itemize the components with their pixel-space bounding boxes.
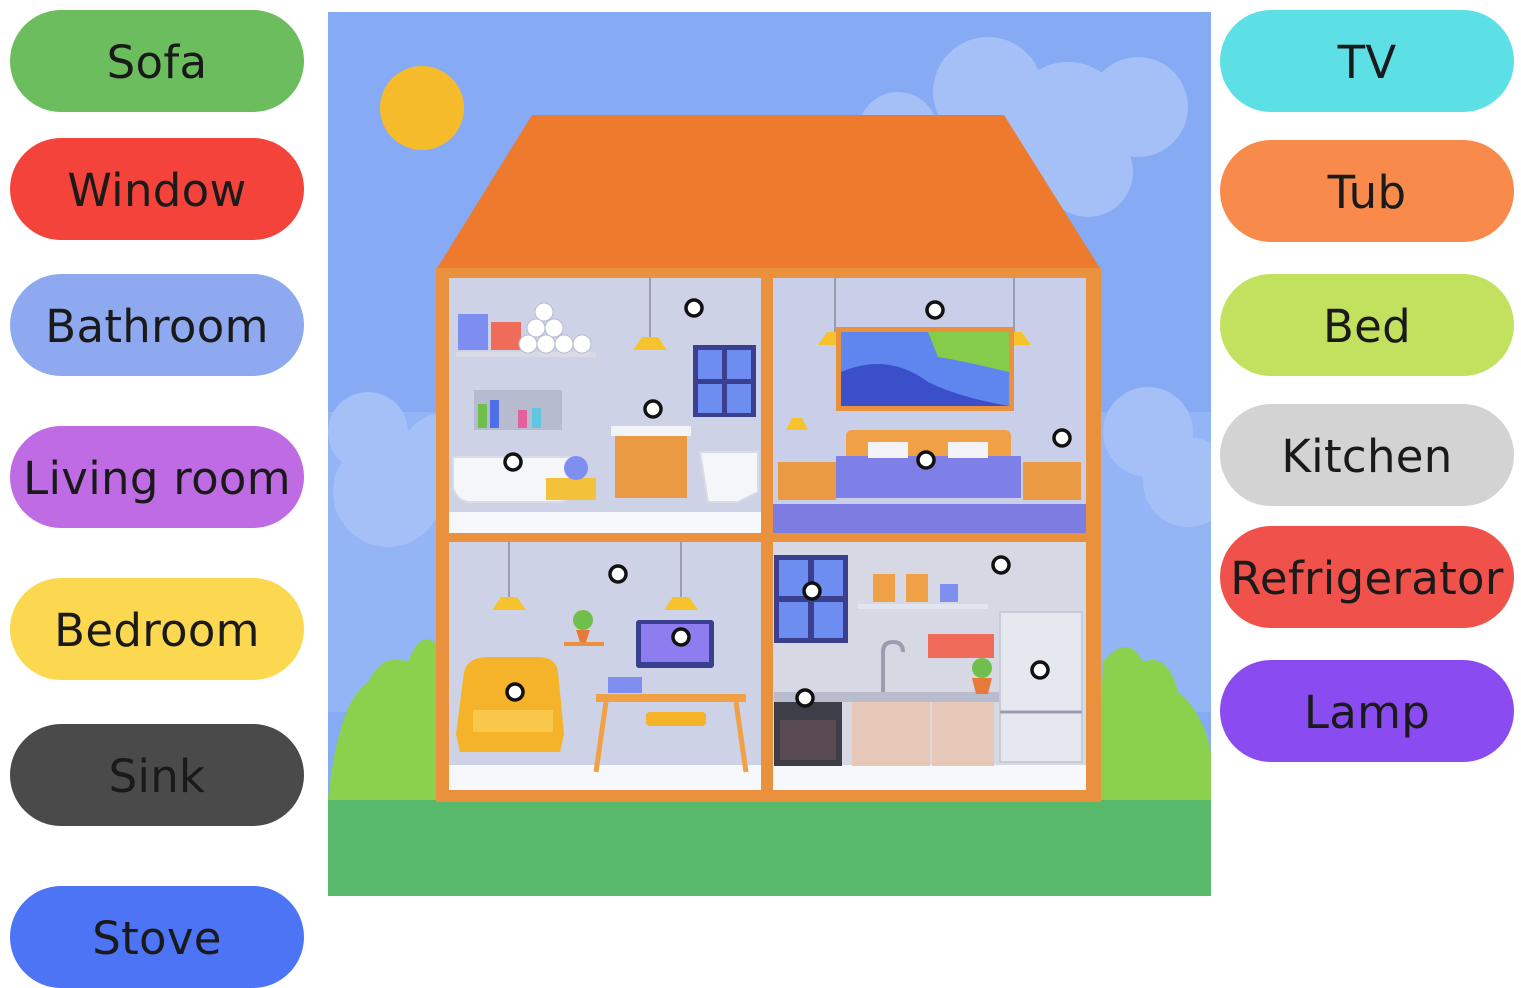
label-window[interactable]: Window xyxy=(10,138,304,240)
sofa-chair-seat xyxy=(473,710,553,732)
towel xyxy=(491,322,521,350)
label-text: Window xyxy=(67,163,247,217)
towel xyxy=(458,314,488,350)
oven-door xyxy=(780,720,836,760)
stool xyxy=(646,712,706,726)
plant-shelf xyxy=(564,642,604,646)
mirror xyxy=(698,350,722,379)
label-text: Tub xyxy=(1327,165,1407,219)
label-text: Lamp xyxy=(1303,685,1431,739)
hotspot[interactable] xyxy=(684,298,704,318)
label-bed[interactable]: Bed xyxy=(1220,274,1514,376)
cabinet xyxy=(852,700,930,766)
sofa-chair xyxy=(456,657,564,752)
mirror xyxy=(727,350,751,379)
label-refrigerator[interactable]: Refrigerator xyxy=(1220,526,1514,628)
hotspot[interactable] xyxy=(916,450,936,470)
plant-icon xyxy=(573,610,593,630)
hotspot[interactable] xyxy=(503,452,523,472)
roof xyxy=(436,115,1101,270)
refrigerator xyxy=(999,611,1083,763)
sink-top xyxy=(611,426,691,436)
hotspot[interactable] xyxy=(991,555,1011,575)
label-text: Sofa xyxy=(106,35,208,89)
label-tub[interactable]: Tub xyxy=(1220,140,1514,242)
label-text: Kitchen xyxy=(1281,429,1453,483)
label-text: Living room xyxy=(23,451,291,505)
label-sofa[interactable]: Sofa xyxy=(10,10,304,112)
nightstand xyxy=(778,462,836,500)
bottle xyxy=(478,404,487,428)
jar xyxy=(940,584,958,602)
desk xyxy=(596,694,746,702)
hotspot[interactable] xyxy=(608,564,628,584)
label-text: Stove xyxy=(92,911,222,965)
hotspot[interactable] xyxy=(671,627,691,647)
house-illustration xyxy=(328,12,1211,896)
bottle xyxy=(518,410,527,428)
floor xyxy=(773,504,1086,533)
kitchen-shelf xyxy=(858,604,988,609)
kitchen-window xyxy=(814,602,843,638)
grass xyxy=(328,800,1211,896)
label-stove[interactable]: Stove xyxy=(10,886,304,988)
mirror xyxy=(727,384,751,413)
plant-icon xyxy=(972,658,992,678)
label-bedroom[interactable]: Bedroom xyxy=(10,578,304,680)
label-lamp[interactable]: Lamp xyxy=(1220,660,1514,762)
hotspot[interactable] xyxy=(643,399,663,419)
label-text: Bathroom xyxy=(45,299,269,353)
label-text: Refrigerator xyxy=(1230,551,1504,605)
hotspot[interactable] xyxy=(925,300,945,320)
towel-roll xyxy=(564,456,588,480)
label-bathroom[interactable]: Bathroom xyxy=(10,274,304,376)
bottle xyxy=(532,408,541,428)
pillow xyxy=(868,442,908,458)
hotspot[interactable] xyxy=(1052,428,1072,448)
label-text: Bed xyxy=(1322,299,1412,353)
spice-rack xyxy=(928,634,994,658)
floor xyxy=(773,765,1086,790)
floor xyxy=(449,765,761,790)
books xyxy=(608,677,642,693)
label-text: Sink xyxy=(108,749,206,803)
pillow xyxy=(948,442,988,458)
hotspot[interactable] xyxy=(802,581,822,601)
hotspot[interactable] xyxy=(505,682,525,702)
mirror xyxy=(698,384,722,413)
toilet xyxy=(698,451,759,503)
bottle xyxy=(490,400,499,428)
floor xyxy=(449,512,761,533)
hotspot[interactable] xyxy=(1030,660,1050,680)
label-sink[interactable]: Sink xyxy=(10,724,304,826)
nightstand xyxy=(1023,462,1081,500)
kitchen-window xyxy=(779,602,808,638)
label-tv[interactable]: TV xyxy=(1220,10,1514,112)
basket xyxy=(546,478,596,500)
sink-cabinet xyxy=(615,432,687,498)
label-kitchen[interactable]: Kitchen xyxy=(1220,404,1514,506)
hotspot[interactable] xyxy=(795,688,815,708)
label-text: TV xyxy=(1337,35,1397,89)
jar xyxy=(906,574,928,602)
jar xyxy=(873,574,895,602)
drawers xyxy=(932,700,994,766)
label-text: Bedroom xyxy=(54,603,260,657)
label-living-room[interactable]: Living room xyxy=(10,426,304,528)
sun-icon xyxy=(380,66,464,150)
